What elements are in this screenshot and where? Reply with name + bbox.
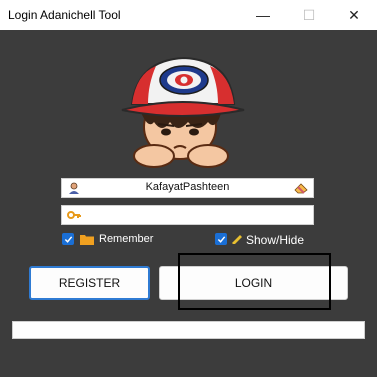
progress-bar bbox=[12, 321, 365, 339]
login-button[interactable]: LOGIN bbox=[159, 266, 348, 300]
avatar-logo bbox=[121, 56, 245, 168]
checkmark-icon bbox=[217, 235, 225, 243]
pencil-icon bbox=[232, 235, 242, 244]
showhide-label: Show/Hide bbox=[246, 233, 305, 247]
key-icon bbox=[67, 211, 81, 219]
close-button[interactable]: ✕ bbox=[331, 0, 377, 30]
window-title: Login Adanichell Tool bbox=[8, 8, 121, 22]
checkmark-icon bbox=[64, 235, 72, 243]
eraser-icon[interactable] bbox=[293, 182, 309, 194]
showhide-checkbox[interactable] bbox=[215, 233, 227, 245]
username-value: KafayatPashteen bbox=[145, 181, 230, 193]
minimize-button[interactable]: — bbox=[240, 0, 286, 30]
login-window: Login Adanichell Tool — ☐ ✕ KafayatPasht… bbox=[0, 0, 377, 377]
maximize-icon: ☐ bbox=[302, 6, 316, 23]
register-button[interactable]: REGISTER bbox=[29, 266, 150, 300]
maximize-button[interactable]: ☐ bbox=[286, 0, 332, 30]
minimize-icon: — bbox=[256, 7, 270, 23]
title-bar[interactable]: Login Adanichell Tool — ☐ ✕ bbox=[0, 0, 377, 30]
remember-label: Remember bbox=[99, 233, 154, 245]
username-field[interactable]: KafayatPashteen bbox=[61, 178, 314, 198]
password-field[interactable] bbox=[61, 205, 314, 225]
remember-checkbox[interactable] bbox=[62, 233, 74, 245]
folder-icon bbox=[80, 235, 94, 245]
close-icon: ✕ bbox=[348, 6, 360, 23]
